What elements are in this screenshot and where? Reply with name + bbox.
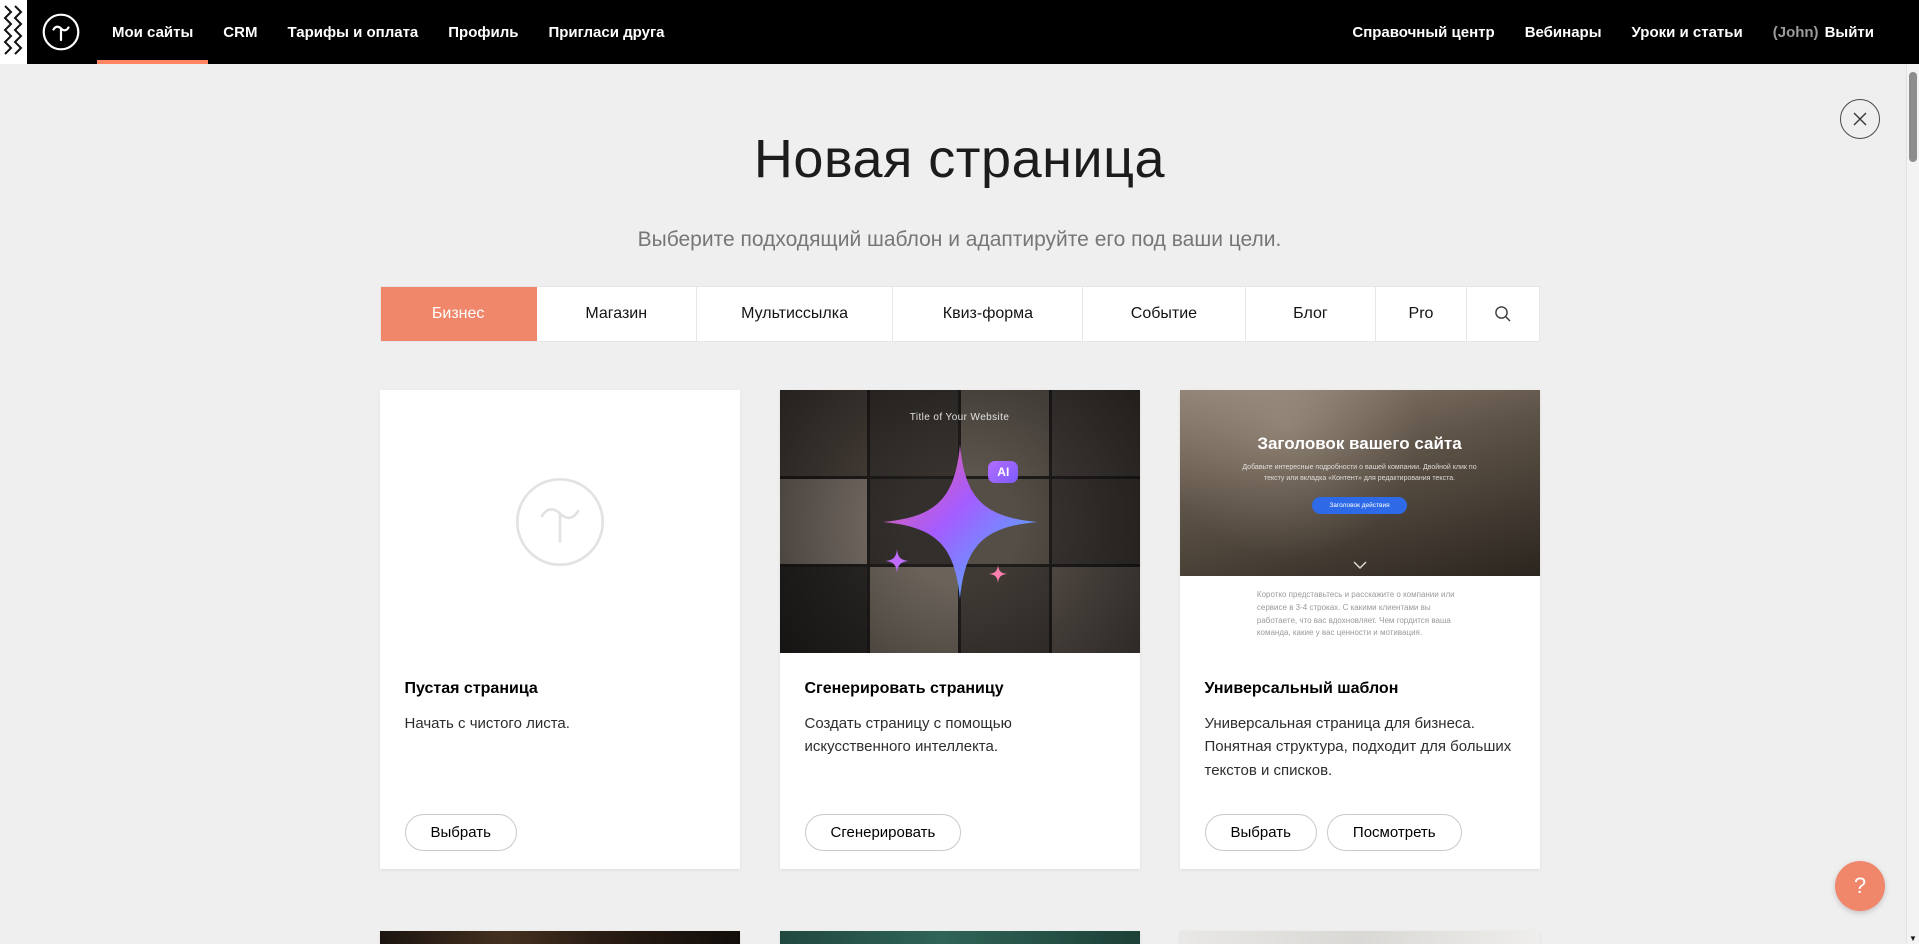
tab-blog[interactable]: Блог [1246, 287, 1377, 341]
tab-event[interactable]: Событие [1083, 287, 1245, 341]
scroll-down-arrow[interactable]: ▼ [1907, 934, 1919, 943]
new-page-dialog: Новая страница Выберите подходящий шабло… [0, 64, 1919, 944]
select-universal-button[interactable]: Выбрать [1205, 814, 1317, 851]
preview-hero: Заголовок вашего сайта Добавьте интересн… [1180, 390, 1540, 576]
ai-card-description: Создать страницу с помощью искусственног… [805, 712, 1115, 759]
ai-card-title: Сгенерировать страницу [805, 680, 1115, 698]
blank-card-description: Начать с чистого листа. [405, 712, 715, 735]
tab-store[interactable]: Магазин [537, 287, 697, 341]
tilda-logo[interactable] [27, 0, 97, 64]
ai-card-body: Сгенерировать страницу Создать страницу … [780, 653, 1140, 869]
universal-card-title: Универсальный шаблон [1205, 680, 1515, 698]
nav-item-invite-friend[interactable]: Пригласи друга [533, 0, 679, 64]
blank-page-preview[interactable] [380, 390, 740, 653]
universal-template-preview[interactable]: Заголовок вашего сайта Добавьте интересн… [1180, 390, 1540, 653]
select-blank-button[interactable]: Выбрать [405, 814, 517, 851]
page-title: Новая страница [0, 128, 1919, 190]
nav-item-profile[interactable]: Профиль [433, 0, 533, 64]
template-card-partial-3[interactable] [1180, 931, 1540, 944]
ai-small-sparkle-icon [884, 548, 910, 574]
search-icon [1494, 305, 1512, 323]
ai-small-sparkle-icon-2 [988, 564, 1008, 584]
nav-item-pricing[interactable]: Тарифы и оплата [272, 0, 433, 64]
help-button[interactable]: ? [1835, 861, 1885, 911]
nav-item-help-center[interactable]: Справочный центр [1337, 0, 1509, 64]
ai-generate-preview[interactable]: Title of Your Website [780, 390, 1140, 653]
ai-sparkle-icon [876, 438, 1044, 606]
tab-search[interactable] [1467, 287, 1539, 341]
tab-quiz-form[interactable]: Квиз-форма [893, 287, 1083, 341]
template-card-partial-1[interactable] [380, 931, 740, 944]
card-blank-page[interactable]: Пустая страница Начать с чистого листа. … [380, 390, 740, 869]
preview-universal-button[interactable]: Посмотреть [1327, 814, 1462, 851]
user-name-label: (John) [1773, 24, 1819, 41]
navbar-left-menu: Мои сайты CRM Тарифы и оплата Профиль Пр… [97, 0, 680, 64]
preview-cta-button: Заголовок действия [1312, 497, 1406, 514]
top-navbar: Мои сайты CRM Тарифы и оплата Профиль Пр… [0, 0, 1919, 64]
preview-body-text: Коротко представьтесь и расскажите о ком… [1257, 589, 1462, 640]
tab-pro[interactable]: Pro [1376, 287, 1466, 341]
tab-business[interactable]: Бизнес [381, 287, 537, 341]
universal-card-description: Универсальная страница для бизнеса. Поня… [1205, 712, 1515, 782]
page-subtitle: Выберите подходящий шаблон и адаптируйте… [0, 228, 1919, 252]
close-icon [1852, 111, 1868, 127]
nav-item-my-sites[interactable]: Мои сайты [97, 0, 208, 64]
nav-item-webinars[interactable]: Вебинары [1510, 0, 1617, 64]
ai-badge: AI [988, 461, 1018, 483]
blank-card-title: Пустая страница [405, 680, 715, 698]
preview-hero-subtitle: Добавьте интересные подробности о вашей … [1234, 463, 1486, 485]
nav-item-tutorials[interactable]: Уроки и статьи [1617, 0, 1758, 64]
nav-item-crm[interactable]: CRM [208, 0, 272, 64]
logout-label: Выйти [1825, 24, 1874, 41]
preview-hero-title: Заголовок вашего сайта [1257, 434, 1461, 454]
navbar-right-menu: Справочный центр Вебинары Уроки и статьи… [1337, 0, 1919, 64]
logout-link[interactable]: (John) Выйти [1758, 0, 1889, 64]
tab-multilink[interactable]: Мультиссылка [697, 287, 894, 341]
template-cards-grid: Пустая страница Начать с чистого листа. … [380, 390, 1540, 869]
card-universal-template[interactable]: Заголовок вашего сайта Добавьте интересн… [1180, 390, 1540, 869]
chevron-down-icon [1353, 561, 1367, 569]
universal-card-body: Универсальный шаблон Универсальная стран… [1180, 653, 1540, 869]
ai-preview-site-title: Title of Your Website [780, 412, 1140, 423]
close-button[interactable] [1840, 99, 1880, 139]
scrollbar-thumb[interactable] [1909, 72, 1917, 162]
zigzag-decoration [0, 0, 27, 64]
template-category-tabs: Бизнес Магазин Мультиссылка Квиз-форма С… [380, 286, 1540, 342]
scrollbar-track[interactable]: ▼ [1906, 64, 1919, 944]
tilda-logo-watermark-icon [512, 474, 608, 570]
blank-card-body: Пустая страница Начать с чистого листа. … [380, 653, 740, 869]
generate-button[interactable]: Сгенерировать [805, 814, 962, 851]
preview-body-section: Коротко представьтесь и расскажите о ком… [1180, 576, 1540, 653]
card-ai-generate[interactable]: Title of Your Website [780, 390, 1140, 869]
template-card-partial-2[interactable] [780, 931, 1140, 944]
template-cards-row-2 [380, 931, 1540, 944]
